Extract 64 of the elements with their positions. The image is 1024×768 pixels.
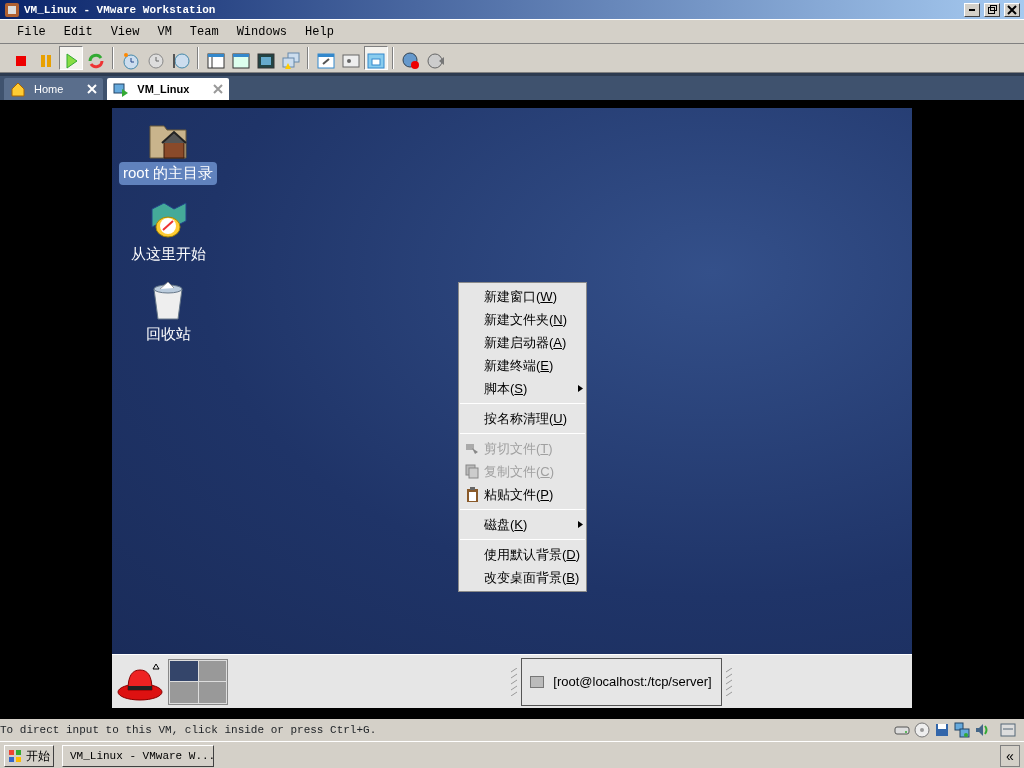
- menu-item[interactable]: View: [101, 24, 149, 39]
- restore-button[interactable]: [984, 2, 1000, 17]
- vm-icon: [113, 81, 130, 97]
- taskbar-button[interactable]: VM_Linux - VMware W...: [62, 744, 214, 767]
- clipboard-icon: [464, 486, 480, 502]
- network-icon[interactable]: [954, 722, 970, 738]
- window-icon: [205, 50, 226, 71]
- tab[interactable]: VM_Linux: [107, 78, 230, 100]
- restore-icon: [987, 5, 997, 14]
- close-icon: [87, 84, 98, 94]
- close-button[interactable]: [1004, 2, 1020, 17]
- hat-icon: [116, 661, 164, 702]
- menu-item[interactable]: Help: [296, 24, 343, 39]
- menu-item[interactable]: 脚本(S): [459, 377, 586, 400]
- menu-item[interactable]: VM: [148, 24, 181, 39]
- message-icon[interactable]: [1000, 722, 1016, 738]
- menu-item[interactable]: 使用默认背景(D): [459, 543, 586, 566]
- house-icon: [10, 81, 26, 97]
- close-icon: [213, 84, 224, 94]
- desktop-icon-label[interactable]: 回收站: [141, 323, 195, 346]
- desktop-icon-label[interactable]: root 的主目录: [119, 162, 217, 185]
- minimize-button[interactable]: [964, 2, 980, 17]
- collapse-button[interactable]: «: [1000, 744, 1020, 767]
- toolbar-button[interactable]: [363, 46, 388, 70]
- submenu-arrow-icon: [578, 521, 583, 528]
- window-icon: [365, 50, 386, 71]
- tab[interactable]: Home: [4, 78, 104, 100]
- status-message: To direct input to this VM, click inside or press Ctrl+G.: [0, 724, 378, 736]
- menu-item[interactable]: 新建终端(E): [459, 354, 586, 377]
- menu-item[interactable]: 新建窗口(W): [459, 285, 586, 308]
- menu-item[interactable]: 新建启动器(A): [459, 331, 586, 354]
- window-icon: [315, 50, 336, 71]
- windows-logo-icon: [8, 748, 22, 763]
- menu-item[interactable]: File: [8, 24, 55, 39]
- menu-item[interactable]: 粘贴文件(P): [459, 483, 586, 506]
- menu-item[interactable]: 改变桌面背景(B): [459, 566, 586, 589]
- menu-item[interactable]: 新建文件夹(N): [459, 308, 586, 331]
- close-icon: [1007, 4, 1017, 15]
- clock-icon: [145, 50, 166, 71]
- app-icon: [4, 1, 20, 18]
- start-button[interactable]: 开始: [4, 744, 54, 767]
- window-icon: [255, 50, 276, 71]
- window-icon: [230, 50, 251, 71]
- submenu-arrow-icon: [578, 385, 583, 392]
- minimize-icon: [969, 8, 975, 11]
- toolbar-button[interactable]: [58, 46, 83, 70]
- menu-item[interactable]: Edit: [54, 24, 102, 39]
- speaker-icon[interactable]: [974, 722, 990, 738]
- menu-item[interactable]: 磁盘(K): [459, 513, 586, 536]
- drag-handle-icon: [511, 667, 517, 696]
- menu-item[interactable]: Team: [180, 24, 228, 39]
- windows-icon: [280, 50, 301, 71]
- workspace-switcher[interactable]: [168, 658, 228, 705]
- floppy-icon[interactable]: [934, 722, 950, 738]
- menu-item[interactable]: 按名称清理(U): [459, 407, 586, 430]
- menu-item[interactable]: Windows: [227, 24, 297, 39]
- drag-handle-icon: [726, 667, 732, 696]
- copy-icon: [464, 463, 480, 479]
- desktop-icon-label[interactable]: 从这里开始: [126, 242, 210, 265]
- clock-icon: [170, 50, 191, 71]
- taskbar-button[interactable]: [root@localhost:/tcp/server]: [521, 657, 722, 706]
- cd-icon[interactable]: [914, 722, 930, 738]
- clock-icon: [120, 50, 141, 71]
- window-title: VM_Linux - VMware Workstation: [24, 3, 217, 16]
